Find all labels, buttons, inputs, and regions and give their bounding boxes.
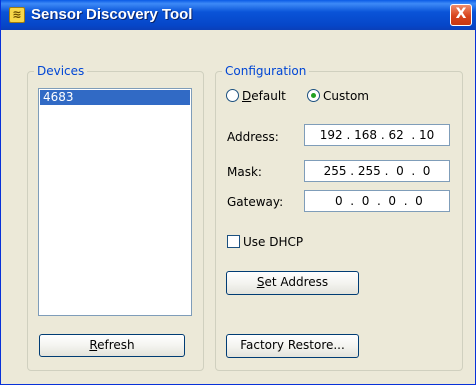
- window-title: Sensor Discovery Tool: [31, 6, 193, 23]
- close-icon: X: [455, 6, 467, 22]
- refresh-button-label: Refresh: [89, 338, 135, 352]
- refresh-button[interactable]: Refresh: [39, 334, 185, 357]
- devices-list[interactable]: 4683: [38, 88, 192, 316]
- set-address-button[interactable]: Set Address: [226, 271, 359, 295]
- use-dhcp-label[interactable]: Use DHCP: [243, 235, 303, 249]
- mask-field[interactable]: 255 . 255 . 0 . 0: [304, 160, 450, 182]
- custom-radio[interactable]: [307, 89, 320, 102]
- close-button[interactable]: X: [450, 4, 472, 26]
- gateway-label: Gateway:: [227, 195, 284, 209]
- default-radio[interactable]: [226, 89, 239, 102]
- set-address-button-label: Set Address: [256, 275, 329, 289]
- app-icon: ≋: [9, 7, 25, 23]
- use-dhcp-checkbox[interactable]: [227, 235, 240, 248]
- gateway-field[interactable]: 0 . 0 . 0 . 0: [304, 190, 450, 212]
- address-label: Address:: [227, 130, 279, 144]
- address-field[interactable]: 192 . 168 . 62 . 10: [304, 124, 450, 146]
- default-radio-label[interactable]: Default: [242, 89, 286, 103]
- sensor-discovery-window: ≋ Sensor Discovery Tool X Devices 4683 R…: [0, 0, 476, 385]
- list-item[interactable]: 4683: [40, 90, 190, 105]
- title-bar[interactable]: ≋ Sensor Discovery Tool X: [1, 0, 476, 30]
- mask-label: Mask:: [227, 165, 262, 179]
- configuration-group-label: Configuration: [222, 64, 310, 78]
- custom-radio-label[interactable]: Custom: [323, 89, 369, 103]
- configuration-group: Configuration: [215, 64, 463, 371]
- factory-restore-button[interactable]: Factory Restore...: [226, 334, 359, 358]
- devices-group-label: Devices: [34, 64, 88, 78]
- radio-selected-dot: [311, 93, 316, 98]
